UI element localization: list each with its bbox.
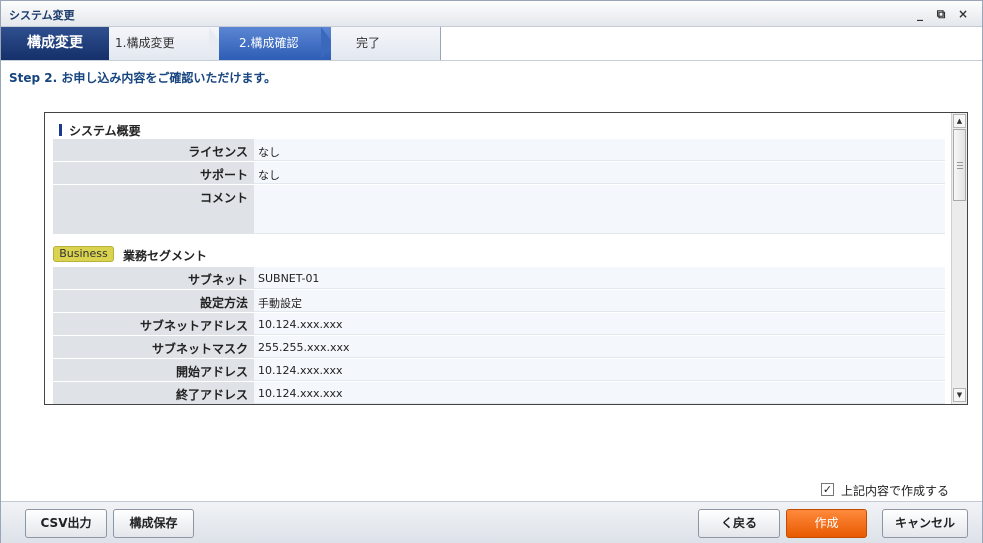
row-value: 10.124.xxx.xxx <box>254 359 945 381</box>
step-1: 1.構成変更 <box>109 27 219 60</box>
row-label: 設定方法 <box>53 290 254 312</box>
cancel-button[interactable]: キャンセル <box>882 509 968 538</box>
step-main-label: 構成変更 <box>1 27 109 60</box>
table-row: サブネット SUBNET-01 <box>53 266 945 289</box>
row-label: サブネットマスク <box>53 336 254 358</box>
table-row: 設定方法 手動設定 <box>53 289 945 312</box>
table-row: ライセンス なし <box>53 138 945 161</box>
confirm-checkbox[interactable]: ✓ <box>821 483 834 496</box>
row-value: 255.255.xxx.xxx <box>254 336 945 358</box>
step-indicator: 構成変更 1.構成変更 2.構成確認 完了 <box>1 27 982 61</box>
table-row: 終了アドレス 10.124.xxx.xxx <box>53 381 945 404</box>
row-value: なし <box>254 139 945 161</box>
row-value <box>254 185 945 234</box>
system-change-window: システム変更 _ ⧉ × 構成変更 1.構成変更 2.構成確認 完了 Step … <box>0 0 983 543</box>
row-label: 終了アドレス <box>53 382 254 404</box>
table-row: 開始アドレス 10.124.xxx.xxx <box>53 358 945 381</box>
close-icon[interactable]: × <box>954 5 972 23</box>
scroll-up-icon[interactable]: ▲ <box>953 114 966 128</box>
title-bar: システム変更 _ ⧉ × <box>1 1 982 27</box>
row-label: サブネット <box>53 267 254 289</box>
row-value: なし <box>254 162 945 184</box>
minimize-icon[interactable]: _ <box>911 5 929 23</box>
restore-icon[interactable]: ⧉ <box>932 5 950 23</box>
section-marker <box>59 124 62 136</box>
section-title-system: システム概要 <box>59 122 141 139</box>
table-row: サブネットアドレス 10.124.xxx.xxx <box>53 312 945 335</box>
row-value: 10.124.xxx.xxx <box>254 313 945 335</box>
row-label: ライセンス <box>53 139 254 161</box>
table-row: コメント <box>53 184 945 234</box>
window-title: システム変更 <box>9 9 75 22</box>
row-value: SUBNET-01 <box>254 267 945 289</box>
save-config-button[interactable]: 構成保存 <box>113 509 194 538</box>
vertical-scrollbar[interactable]: ▲ ▼ <box>951 113 967 404</box>
section-title-text: 業務セグメント <box>123 249 208 263</box>
footer-toolbar: CSV出力 構成保存 く戻る 作成 キャンセル <box>1 501 982 543</box>
row-label: サポート <box>53 162 254 184</box>
confirm-checkbox-label[interactable]: 上記内容で作成する <box>841 482 949 499</box>
row-label: 開始アドレス <box>53 359 254 381</box>
step-2-active: 2.構成確認 <box>219 27 331 60</box>
business-badge: Business <box>53 246 114 262</box>
row-value: 10.124.xxx.xxx <box>254 382 945 404</box>
row-label: コメント <box>53 185 254 234</box>
step-caption: Step 2. お申し込み内容をご確認いただけます。 <box>9 71 277 85</box>
section-title-text: システム概要 <box>69 124 141 138</box>
table-row: サポート なし <box>53 161 945 184</box>
table-row: サブネットマスク 255.255.xxx.xxx <box>53 335 945 358</box>
row-label: サブネットアドレス <box>53 313 254 335</box>
section-title-business: Business 業務セグメント <box>53 246 453 264</box>
back-button[interactable]: く戻る <box>698 509 780 538</box>
csv-export-button[interactable]: CSV出力 <box>25 509 107 538</box>
step-3: 完了 <box>331 27 441 60</box>
row-value: 手動設定 <box>254 290 945 312</box>
scroll-grip-icon <box>957 162 963 169</box>
scroll-thumb[interactable] <box>953 129 966 201</box>
confirmation-panel[interactable]: システム概要 ライセンス なし サポート なし コメント Business 業務… <box>44 112 968 405</box>
scroll-down-icon[interactable]: ▼ <box>953 388 966 402</box>
create-button[interactable]: 作成 <box>786 509 867 538</box>
